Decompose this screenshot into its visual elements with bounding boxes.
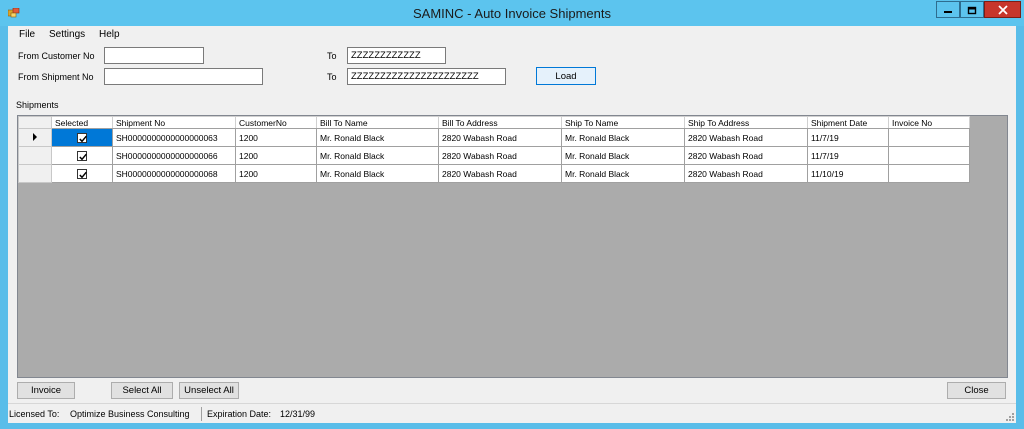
status-separator [201,407,202,421]
grid-header-row: Selected Shipment No CustomerNo Bill To … [18,116,970,129]
expiration-label: Expiration Date: [207,409,272,419]
close-button[interactable]: Close [947,382,1006,399]
selected-checkbox[interactable] [77,168,87,179]
column-header-bill-to-address[interactable]: Bill To Address [438,116,562,129]
select-all-button[interactable]: Select All [111,382,173,399]
menu-settings[interactable]: Settings [49,29,85,40]
selected-checkbox[interactable] [77,132,87,143]
row-header[interactable] [18,128,52,147]
licensed-to-label: Licensed To: [9,409,60,419]
column-header-invoice-no[interactable]: Invoice No [888,116,970,129]
to-customer-label: To [327,51,337,61]
from-customer-label: From Customer No [18,51,95,61]
ship-to-address-cell[interactable]: 2820 Wabash Road [684,146,808,165]
from-shipment-label: From Shipment No [18,72,94,82]
column-header-bill-to-name[interactable]: Bill To Name [316,116,439,129]
invoice-no-cell[interactable] [888,146,970,165]
column-header-shipment-no[interactable]: Shipment No [112,116,236,129]
checkmark-icon [79,153,87,161]
shipments-label: Shipments [16,100,59,110]
ship-to-name-cell[interactable]: Mr. Ronald Black [561,146,685,165]
title-bar[interactable]: SAMINC - Auto Invoice Shipments [0,0,1024,26]
to-shipment-label: To [327,72,337,82]
selected-cell[interactable] [51,164,113,183]
bill-to-name-cell[interactable]: Mr. Ronald Black [316,128,439,147]
customer-no-cell[interactable]: 1200 [235,164,317,183]
from-customer-input[interactable] [104,47,204,64]
shipment-date-cell[interactable]: 11/7/19 [807,146,889,165]
bill-to-address-cell[interactable]: 2820 Wabash Road [438,128,562,147]
shipment-no-cell[interactable]: SH0000000000000000063 [112,128,236,147]
restore-icon [967,6,977,14]
licensed-to-value: Optimize Business Consulting [70,409,190,419]
bill-to-address-cell[interactable]: 2820 Wabash Road [438,164,562,183]
close-icon [997,4,1008,15]
invoice-button[interactable]: Invoice [17,382,75,399]
checkmark-icon [79,135,87,143]
table-row[interactable]: SH0000000000000000063 1200 Mr. Ronald Bl… [18,128,970,147]
close-window-button[interactable] [984,1,1021,18]
to-customer-input[interactable]: ZZZZZZZZZZZZ [347,47,446,64]
column-header-customer-no[interactable]: CustomerNo [235,116,317,129]
app-window: SAMINC - Auto Invoice Shipments File Set… [0,0,1024,429]
bill-to-name-cell[interactable]: Mr. Ronald Black [316,164,439,183]
bill-to-address-cell[interactable]: 2820 Wabash Road [438,146,562,165]
ship-to-name-cell[interactable]: Mr. Ronald Black [561,164,685,183]
shipment-no-cell[interactable]: SH0000000000000000068 [112,164,236,183]
ship-to-address-cell[interactable]: 2820 Wabash Road [684,164,808,183]
shipments-grid[interactable]: Selected Shipment No CustomerNo Bill To … [17,115,1008,378]
selected-checkbox[interactable] [77,150,87,161]
menu-bar: File Settings Help [8,26,1016,43]
row-header[interactable] [18,146,52,165]
row-header[interactable] [18,164,52,183]
ship-to-name-cell[interactable]: Mr. Ronald Black [561,128,685,147]
bill-to-name-cell[interactable]: Mr. Ronald Black [316,146,439,165]
shipment-no-cell[interactable]: SH0000000000000000066 [112,146,236,165]
column-header-shipment-date[interactable]: Shipment Date [807,116,889,129]
client-area: File Settings Help From Customer No To Z… [8,26,1016,423]
column-header-ship-to-name[interactable]: Ship To Name [561,116,685,129]
table-row[interactable]: SH0000000000000000066 1200 Mr. Ronald Bl… [18,146,970,165]
unselect-all-button[interactable]: Unselect All [179,382,239,399]
invoice-no-cell[interactable] [888,128,970,147]
minimize-button[interactable] [936,1,960,18]
selected-cell[interactable] [51,146,113,165]
expiration-value: 12/31/99 [280,409,316,419]
selected-cell[interactable] [51,128,113,147]
customer-no-cell[interactable]: 1200 [235,146,317,165]
shipment-date-cell[interactable]: 11/7/19 [807,128,889,147]
invoice-no-cell[interactable] [888,164,970,183]
current-row-arrow-icon [33,132,37,141]
shipments-table: Selected Shipment No CustomerNo Bill To … [18,116,970,183]
table-row[interactable]: SH0000000000000000068 1200 Mr. Ronald Bl… [18,164,970,183]
menu-help[interactable]: Help [99,29,120,40]
customer-no-cell[interactable]: 1200 [235,128,317,147]
load-button[interactable]: Load [536,67,596,85]
minimize-icon [944,10,952,13]
window-title: SAMINC - Auto Invoice Shipments [413,6,611,21]
status-bar: Licensed To: Optimize Business Consultin… [8,403,1016,423]
column-header-ship-to-address[interactable]: Ship To Address [684,116,808,129]
shipment-date-cell[interactable]: 11/10/19 [807,164,889,183]
checkmark-icon [79,171,87,179]
column-header-selected[interactable]: Selected [51,116,113,129]
maximize-button[interactable] [960,1,984,18]
ship-to-address-cell[interactable]: 2820 Wabash Road [684,128,808,147]
to-shipment-input[interactable]: ZZZZZZZZZZZZZZZZZZZZZZ [347,68,506,85]
menu-file[interactable]: File [19,29,35,40]
grid-corner-header[interactable] [18,116,52,129]
from-shipment-input[interactable] [104,68,263,85]
resize-grip-icon[interactable] [1004,411,1014,421]
